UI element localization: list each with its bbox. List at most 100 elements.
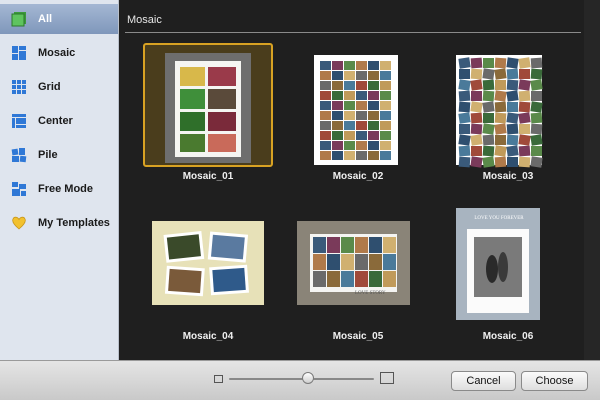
photo-tile — [332, 151, 343, 160]
photo-tile — [482, 134, 495, 146]
photo-tile — [530, 57, 543, 69]
photo-tile — [356, 81, 367, 90]
sidebar-item-label: All — [38, 13, 53, 25]
photo-tile — [320, 91, 331, 100]
photo-tile — [458, 145, 471, 157]
photo-tile — [380, 121, 391, 130]
cancel-button[interactable]: Cancel — [451, 371, 516, 391]
photo-tile — [506, 134, 519, 146]
template-label: Mosaic_06 — [482, 331, 534, 342]
photo-tile — [482, 90, 495, 102]
photo-tile — [356, 61, 367, 70]
photo-tile — [530, 68, 543, 80]
photo-tile — [332, 111, 343, 120]
template-preview — [456, 55, 543, 168]
photo-tile — [380, 151, 391, 160]
photo-tile — [341, 254, 354, 270]
section-divider — [125, 32, 581, 33]
photo-tile — [518, 90, 531, 102]
sidebar-item-grid[interactable]: Grid — [0, 72, 118, 102]
photo-tile — [458, 134, 471, 146]
template-mosaic-05[interactable]: LOVE STORY Mosaic_05 — [293, 203, 423, 349]
photo-tile — [356, 71, 367, 80]
photo-tile — [356, 151, 367, 160]
photo-tile — [320, 81, 331, 90]
template-mosaic-01[interactable]: Mosaic_01 — [143, 43, 273, 189]
sidebar-item-all[interactable]: All — [0, 4, 118, 34]
photo-tile — [368, 61, 379, 70]
photo-tile — [355, 237, 368, 253]
sidebar-item-my-templates[interactable]: My Templates — [0, 208, 118, 238]
sidebar-item-mosaic[interactable]: Mosaic — [0, 38, 118, 68]
photo-tile — [332, 71, 343, 80]
photo-tile — [332, 131, 343, 140]
photo-tile — [332, 101, 343, 110]
template-label: Mosaic_01 — [182, 171, 234, 182]
photo-tile — [320, 121, 331, 130]
template-mosaic-02[interactable]: Mosaic_02 — [293, 43, 423, 189]
photo-tile — [341, 237, 354, 253]
zoom-in-icon[interactable] — [380, 372, 394, 384]
photo-tile — [327, 237, 340, 253]
photo-tile — [368, 101, 379, 110]
photo-tile — [368, 91, 379, 100]
heart-icon — [10, 214, 28, 232]
photo-tile — [356, 141, 367, 150]
template-mosaic-06[interactable]: LOVE YOU FOREVER Mosaic_06 — [443, 203, 573, 349]
photo-tile — [507, 102, 518, 112]
photo-tile — [494, 112, 507, 124]
photo-tile — [356, 111, 367, 120]
pile-icon — [10, 146, 28, 164]
template-label: Mosaic_04 — [182, 331, 234, 342]
photo-tile — [344, 101, 355, 110]
choose-button[interactable]: Choose — [521, 371, 588, 391]
photo-tile — [344, 151, 355, 160]
sidebar-item-center[interactable]: Center — [0, 106, 118, 136]
sidebar-item-free-mode[interactable]: Free Mode — [0, 174, 118, 204]
photo-tile — [458, 90, 471, 102]
photo-tile — [531, 91, 542, 101]
photo-tile — [506, 145, 519, 157]
photo-tile — [531, 146, 542, 156]
vertical-scrollbar[interactable] — [584, 0, 600, 360]
photo-tile — [380, 111, 391, 120]
template-preview — [152, 221, 264, 305]
photo-tile — [530, 112, 543, 124]
photo-tile — [530, 156, 543, 168]
photo-tile — [369, 271, 382, 287]
photo-tile — [383, 237, 396, 253]
zoom-out-icon[interactable] — [214, 375, 223, 383]
photo-tile — [494, 90, 507, 102]
photo-tile — [369, 254, 382, 270]
template-mosaic-04[interactable]: Mosaic_04 — [143, 203, 273, 349]
photo-tile — [506, 79, 519, 91]
photo-tile — [470, 101, 483, 113]
photo-tile — [494, 101, 507, 113]
photo-tile — [368, 81, 379, 90]
photo-tile — [519, 69, 530, 79]
photo-tile — [471, 91, 482, 101]
photo-tile — [356, 121, 367, 130]
photo-tile — [482, 156, 495, 168]
photo-tile — [494, 57, 507, 69]
free-mode-icon — [10, 180, 28, 198]
sidebar-item-pile[interactable]: Pile — [0, 140, 118, 170]
photo-tile — [459, 69, 470, 79]
photo-tile — [344, 111, 355, 120]
photo-tile — [494, 123, 507, 135]
template-label: Mosaic_02 — [332, 171, 384, 182]
category-sidebar: All Mosaic Grid Center Pile Free Mode My… — [0, 0, 119, 360]
photo-tile — [530, 123, 543, 135]
photo-tile — [356, 91, 367, 100]
photo-tile — [530, 101, 543, 113]
template-preview — [165, 53, 251, 163]
template-mosaic-03[interactable]: Mosaic_03 — [443, 43, 573, 189]
photo-tile — [380, 141, 391, 150]
photo-tile — [332, 121, 343, 130]
photo-tile — [368, 111, 379, 120]
photo-tile — [507, 157, 518, 167]
zoom-slider-knob[interactable] — [302, 372, 314, 384]
photo-tile — [494, 145, 507, 157]
photo-tile — [320, 71, 331, 80]
photo-tile — [518, 112, 531, 124]
